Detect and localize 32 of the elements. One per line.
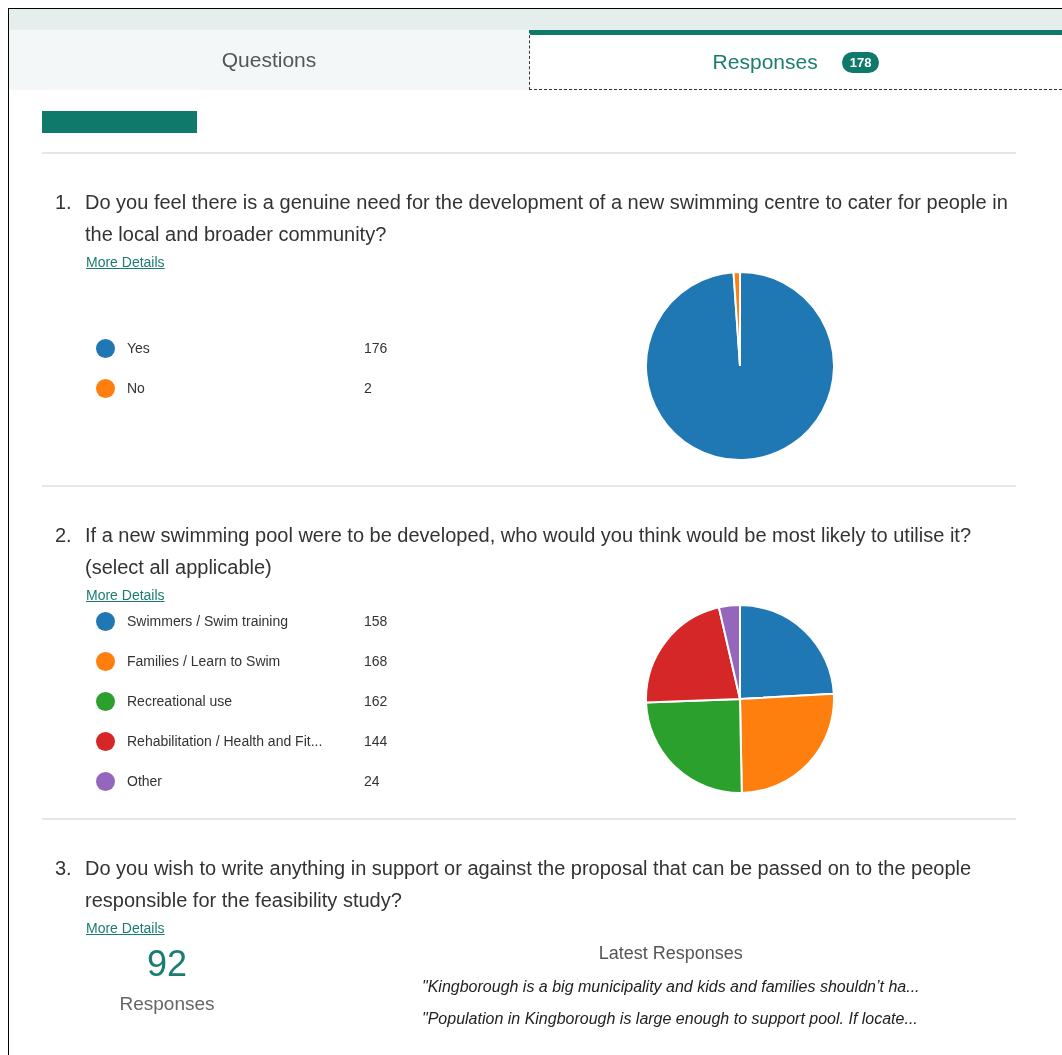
latest-responses-heading: Latest Responses (597, 943, 744, 964)
option-label: Other (127, 773, 163, 789)
more-details-link[interactable]: More Details (86, 587, 165, 603)
option-count: 158 (364, 613, 388, 629)
option-label: Rehabilitation / Health and Fit... (127, 733, 324, 749)
more-details-link[interactable]: More Details (86, 920, 165, 936)
response-count: 92 (146, 943, 187, 985)
option-label: Yes (127, 340, 151, 356)
response-quote: "Kingborough is a big municipality and kids and families shouldn’t ha... (422, 978, 920, 996)
option-count: 24 (364, 773, 380, 789)
tab[interactable]: Responses 178 (529, 30, 1062, 90)
question-text: Do you wish to write anything in support or against the proposal that can be passed on to the people responsible for the feasibility study? (85, 856, 973, 913)
question-number: 2. (54, 523, 73, 548)
question-text: Do you feel there is a genuine need for the development of a new swimming centre to cater for people in the local and broader community? (85, 190, 1009, 247)
option-count: 168 (364, 653, 388, 669)
option-count: 176 (364, 340, 388, 356)
view-results-button[interactable] (42, 111, 197, 133)
question-number: 3. (54, 856, 73, 881)
response-count-label: Responses (119, 993, 215, 1015)
option-label: No (127, 380, 146, 396)
option-label: Families / Learn to Swim (127, 653, 282, 669)
count-badge: 178 (841, 51, 880, 73)
option-label: Recreational use (127, 693, 234, 709)
tab[interactable]: Questions (9, 30, 529, 90)
more-details-link[interactable]: More Details (86, 254, 165, 270)
question-text: If a new swimming pool were to be developed, who would you think would be most likely to utilise it? (select all applicable) (85, 523, 972, 580)
question-number: 1. (54, 190, 73, 215)
option-count: 144 (364, 733, 388, 749)
response-quote: "Population in Kingborough is large enough to support pool. If locate... (422, 1010, 919, 1028)
option-count: 162 (364, 693, 388, 709)
option-label: Swimmers / Swim training (127, 613, 290, 629)
option-count: 2 (364, 380, 372, 396)
